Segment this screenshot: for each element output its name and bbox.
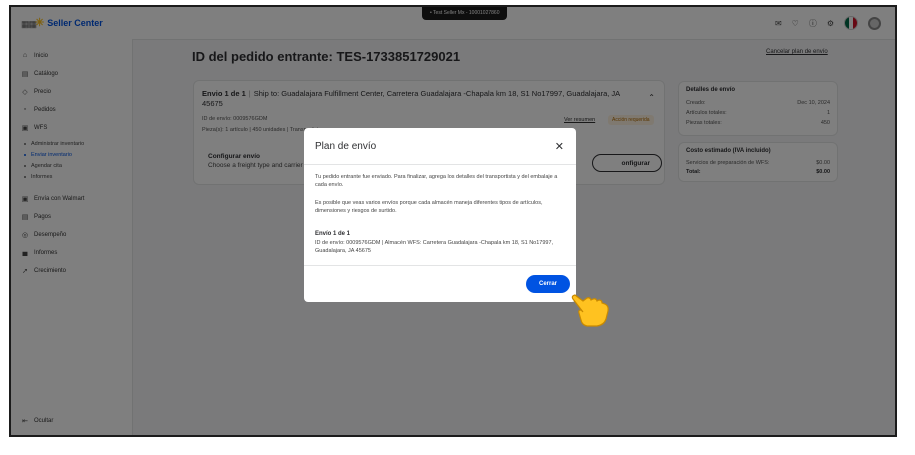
divider (304, 164, 576, 165)
modal-shipment-title: Envío 1 de 1 (315, 231, 351, 237)
pointing-hand-cursor-icon (571, 294, 609, 327)
modal-paragraph: Tu pedido entrante fue enviado. Para fin… (315, 174, 558, 188)
modal-title: Plan de envío (315, 141, 377, 152)
shipping-plan-modal: Plan de envío ✕ Tu pedido entrante fue e… (304, 128, 576, 302)
modal-paragraph: Es posible que veas varios envíos porque… (315, 200, 543, 214)
divider (304, 265, 576, 266)
close-icon[interactable]: ✕ (555, 140, 564, 153)
close-button[interactable]: Cerrar (526, 275, 570, 293)
modal-shipment-detail: ID de envío: 0009576GDM | Almacén WFS: C… (315, 240, 554, 254)
